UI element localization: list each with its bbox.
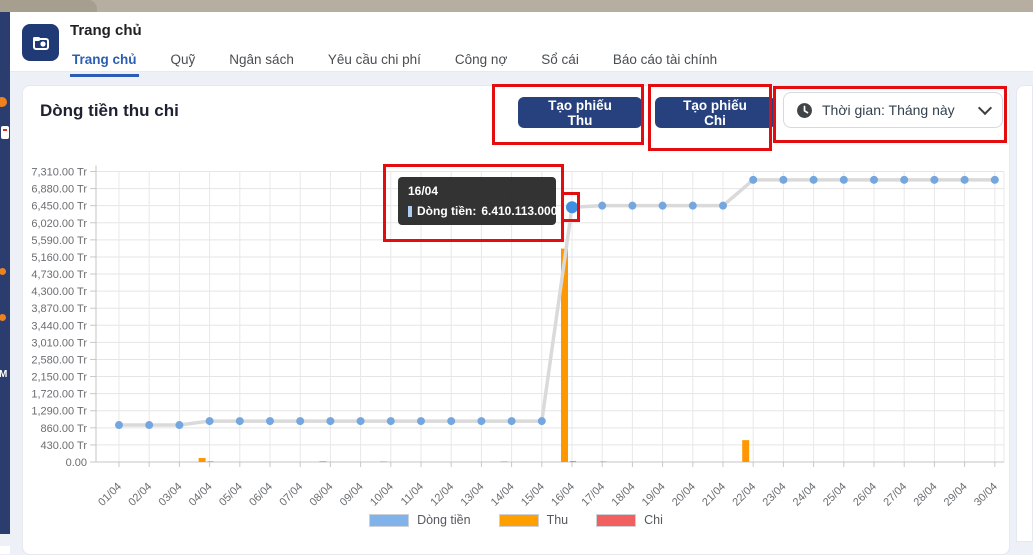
- svg-text:29/04: 29/04: [942, 481, 970, 509]
- svg-text:6,020.00 Tr: 6,020.00 Tr: [31, 218, 87, 230]
- svg-text:06/04: 06/04: [247, 481, 275, 509]
- money-icon: [29, 31, 53, 55]
- legend-item-chi[interactable]: Chi: [596, 513, 663, 527]
- svg-text:25/04: 25/04: [821, 481, 849, 509]
- tooltip-date: 16/04: [408, 184, 546, 198]
- clock-icon: [796, 102, 813, 119]
- sidebar-fragment-bottom: [0, 546, 10, 554]
- svg-text:05/04: 05/04: [217, 481, 245, 509]
- create-payment-button[interactable]: Tạo phiếu Chi: [655, 97, 775, 128]
- svg-text:18/04: 18/04: [610, 481, 638, 509]
- svg-text:3,010.00 Tr: 3,010.00 Tr: [31, 337, 87, 349]
- time-filter-value: Thời gian: Tháng này: [822, 102, 971, 118]
- svg-text:02/04: 02/04: [126, 481, 154, 509]
- svg-text:24/04: 24/04: [791, 481, 819, 509]
- svg-text:04/04: 04/04: [187, 481, 215, 509]
- page-header: Trang chủ Trang chủ Quỹ Ngân sách Yêu cầ…: [10, 12, 1033, 72]
- legend-label: Thu: [547, 513, 569, 527]
- tab-yeu-cau-chi-phi[interactable]: Yêu cầu chi phí: [326, 48, 423, 77]
- browser-top-strip: [0, 0, 1033, 12]
- svg-text:5,590.00 Tr: 5,590.00 Tr: [31, 235, 87, 247]
- svg-text:4,300.00 Tr: 4,300.00 Tr: [31, 286, 87, 298]
- svg-text:1,720.00 Tr: 1,720.00 Tr: [31, 389, 87, 401]
- chart-tooltip: 16/04 Dòng tiền: 6.410.113.000: [398, 177, 556, 225]
- svg-text:17/04: 17/04: [579, 481, 607, 509]
- svg-text:08/04: 08/04: [308, 481, 336, 509]
- svg-text:11/04: 11/04: [399, 481, 426, 508]
- svg-text:860.00 Tr: 860.00 Tr: [41, 423, 88, 435]
- svg-text:26/04: 26/04: [851, 481, 879, 509]
- tab-ngan-sach[interactable]: Ngân sách: [227, 48, 296, 77]
- svg-text:14/04: 14/04: [489, 481, 517, 509]
- svg-text:5,160.00 Tr: 5,160.00 Tr: [31, 252, 87, 264]
- tab-cong-no[interactable]: Công nợ: [453, 48, 509, 77]
- svg-text:7,310.00 Tr: 7,310.00 Tr: [31, 167, 87, 179]
- page-title: Trang chủ: [70, 22, 142, 39]
- svg-text:27/04: 27/04: [881, 481, 909, 509]
- svg-text:30/04: 30/04: [972, 481, 1000, 509]
- svg-text:21/04: 21/04: [700, 481, 728, 509]
- chart-title: Dòng tiền thu chi: [40, 101, 179, 121]
- sidebar-sliver: M: [0, 12, 10, 534]
- sidebar-fragment-icon: [0, 314, 6, 321]
- svg-text:2,150.00 Tr: 2,150.00 Tr: [31, 372, 87, 384]
- svg-text:6,450.00 Tr: 6,450.00 Tr: [31, 201, 87, 213]
- tab-so-cai[interactable]: Sổ cái: [539, 48, 581, 77]
- chevron-down-icon: [978, 101, 992, 115]
- svg-text:03/04: 03/04: [157, 481, 185, 509]
- tab-bao-cao-tai-chinh[interactable]: Báo cáo tài chính: [611, 48, 719, 77]
- svg-text:20/04: 20/04: [670, 481, 698, 509]
- svg-text:13/04: 13/04: [459, 481, 487, 509]
- sidebar-fragment-badge: [1, 126, 9, 139]
- create-receipt-button[interactable]: Tạo phiếu Thu: [518, 97, 642, 128]
- svg-text:15/04: 15/04: [519, 481, 547, 509]
- legend-swatch-chi: [596, 514, 636, 527]
- legend-label: Chi: [644, 513, 663, 527]
- sidebar-fragment-icon: [0, 97, 7, 107]
- tooltip-series-swatch-icon: [408, 206, 412, 217]
- svg-text:10/04: 10/04: [368, 481, 396, 509]
- svg-text:28/04: 28/04: [912, 481, 940, 509]
- tab-bar: Trang chủ Quỹ Ngân sách Yêu cầu chi phí …: [70, 48, 719, 77]
- adjacent-card-fragment: [1016, 85, 1033, 542]
- svg-text:0.00: 0.00: [66, 457, 87, 469]
- svg-text:09/04: 09/04: [338, 481, 366, 509]
- svg-text:07/04: 07/04: [277, 481, 305, 509]
- tab-quy[interactable]: Quỹ: [169, 48, 198, 77]
- tooltip-value: 6.410.113.000: [481, 204, 557, 218]
- svg-text:6,880.00 Tr: 6,880.00 Tr: [31, 184, 87, 196]
- svg-text:2,580.00 Tr: 2,580.00 Tr: [31, 354, 87, 366]
- tab-trang-chu[interactable]: Trang chủ: [70, 48, 139, 77]
- chart-legend: Dòng tiền Thu Chi: [22, 513, 1010, 527]
- svg-text:23/04: 23/04: [761, 481, 789, 509]
- legend-item-thu[interactable]: Thu: [499, 513, 569, 527]
- legend-swatch-dong-tien: [369, 514, 409, 527]
- svg-text:3,870.00 Tr: 3,870.00 Tr: [31, 303, 87, 315]
- sidebar-fragment-icon: [0, 268, 6, 275]
- time-filter-dropdown[interactable]: Thời gian: Tháng này: [783, 92, 1003, 128]
- svg-text:19/04: 19/04: [640, 481, 668, 509]
- svg-text:1,290.00 Tr: 1,290.00 Tr: [31, 406, 87, 418]
- svg-text:16/04: 16/04: [549, 481, 577, 509]
- legend-label: Dòng tiền: [417, 513, 471, 527]
- svg-text:22/04: 22/04: [730, 481, 758, 509]
- legend-item-dong-tien[interactable]: Dòng tiền: [369, 513, 471, 527]
- svg-text:12/04: 12/04: [428, 481, 456, 509]
- module-icon[interactable]: [22, 24, 59, 61]
- legend-swatch-thu: [499, 514, 539, 527]
- tooltip-series-label: Dòng tiền:: [417, 204, 476, 218]
- svg-text:430.00 Tr: 430.00 Tr: [41, 440, 88, 452]
- svg-text:01/04: 01/04: [96, 481, 124, 509]
- browser-tab-fragment: [0, 0, 97, 12]
- svg-text:4,730.00 Tr: 4,730.00 Tr: [31, 269, 87, 281]
- svg-text:3,440.00 Tr: 3,440.00 Tr: [31, 320, 87, 332]
- sidebar-fragment-text: M: [0, 369, 7, 380]
